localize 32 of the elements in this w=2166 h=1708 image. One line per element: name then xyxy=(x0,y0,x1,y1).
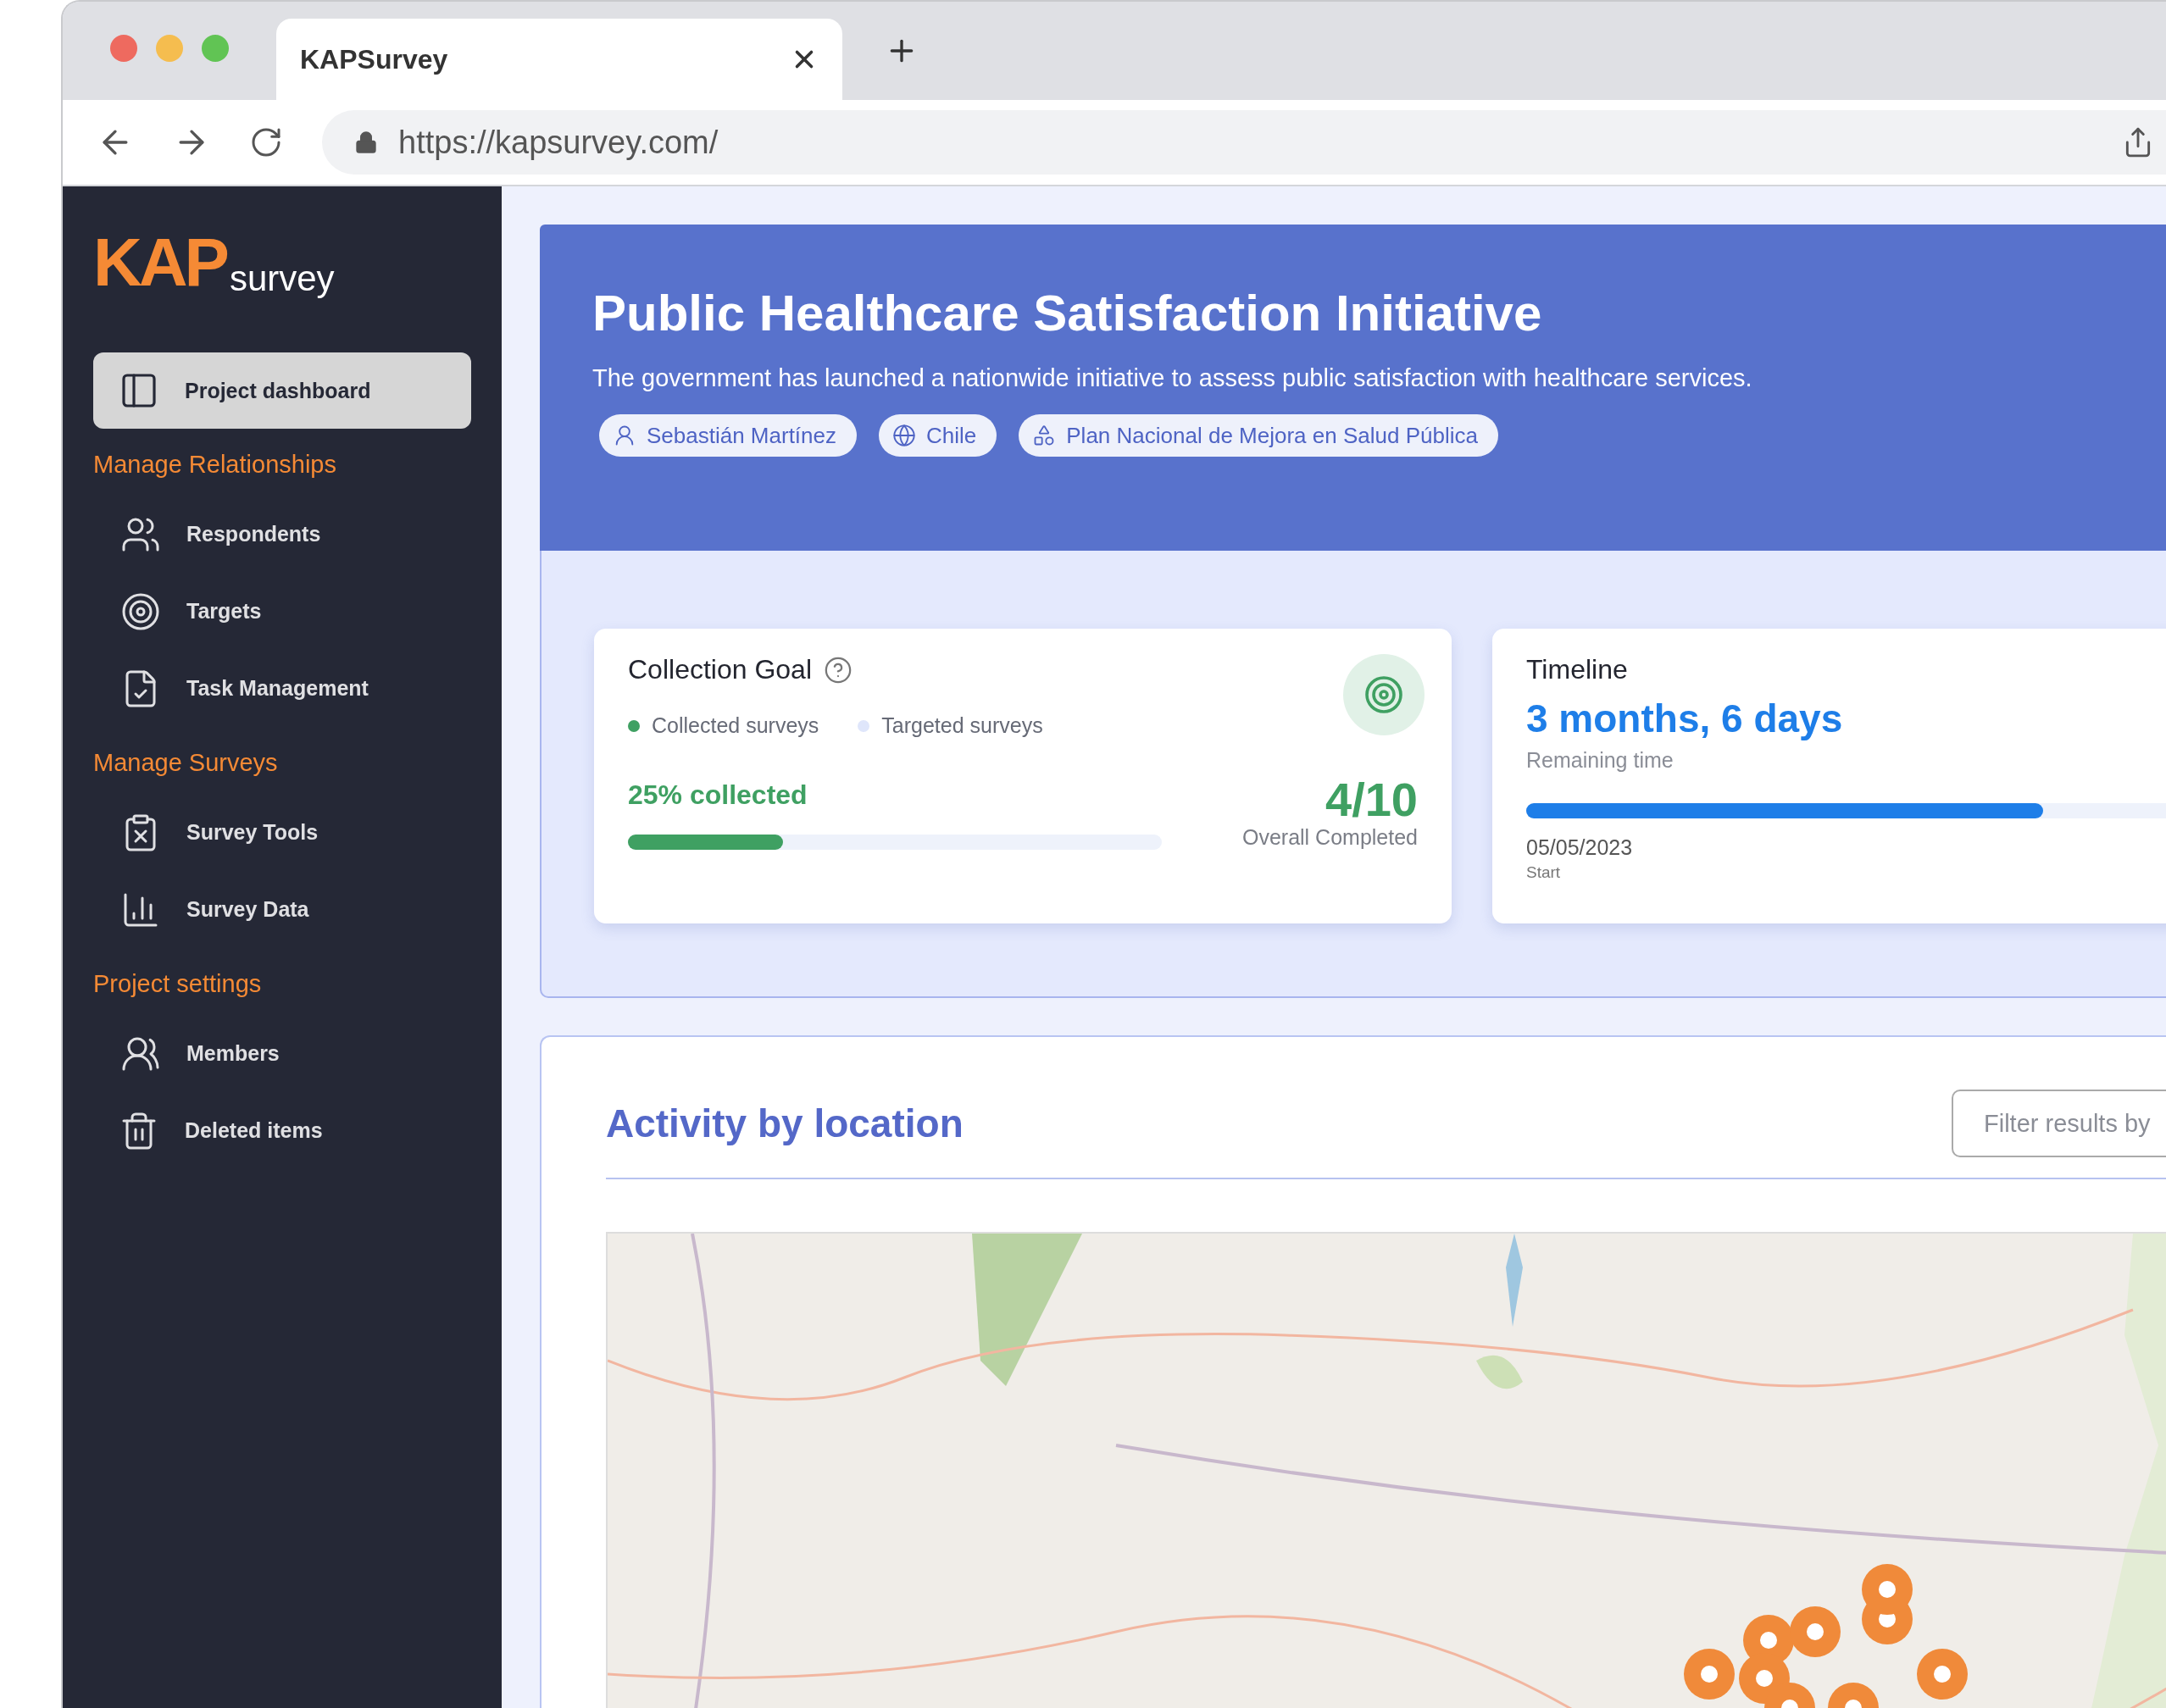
filter-field[interactable]: Filter results by xyxy=(1952,1090,2166,1157)
legend-label: Collected surveys xyxy=(652,713,819,738)
section-heading: Manage Relationships xyxy=(93,451,337,479)
sidebar-item[interactable]: Members xyxy=(93,1015,471,1092)
completed-count: 4/10 xyxy=(1325,775,1418,825)
tag[interactable]: Chile xyxy=(879,414,997,457)
sidebar-item[interactable]: Respondents xyxy=(93,496,471,573)
progress-text: 25% collected xyxy=(628,779,808,811)
sidebar-item[interactable]: Survey Data xyxy=(93,871,471,948)
start-date: 05/05/2023 xyxy=(1526,835,1634,860)
card-title: Timeline xyxy=(1526,654,1629,685)
count-caption: Overall Completed xyxy=(1241,824,1418,850)
tag[interactable]: Plan Nacional de Mejora en Salud Pública xyxy=(1019,414,1498,457)
sidebar-item[interactable]: Targets xyxy=(93,573,471,650)
address-bar[interactable]: https://kapsurvey.com/ xyxy=(322,110,2166,175)
section-title: Activity by location xyxy=(606,1101,964,1146)
card-title: Collection Goal xyxy=(628,654,812,685)
browser-tab[interactable]: KAPSurvey xyxy=(276,19,842,100)
remaining-caption: Remaining time xyxy=(1526,748,1674,773)
sidebar-item[interactable]: Project dashboard xyxy=(93,352,471,429)
legend-label: Targeted surveys xyxy=(881,713,1043,738)
section-heading: Manage Surveys xyxy=(93,749,279,777)
sidebar-item[interactable]: Survey Tools xyxy=(93,794,471,871)
start-label: Start xyxy=(1526,863,1562,882)
section-heading: Project settings xyxy=(93,970,263,998)
remaining-time: 3 months, 6 days xyxy=(1526,696,1844,741)
sidebar-item[interactable]: Deleted items xyxy=(93,1092,471,1169)
project-description: The government has launched a nationwide initiative to assess public satisfaction with healthcare services. xyxy=(592,364,1753,392)
sidebar-item[interactable]: Task Management xyxy=(93,650,471,727)
project-title: Public Healthcare Satisfaction Initiative xyxy=(592,284,1543,342)
logo: KAPsurvey xyxy=(93,229,336,297)
tag[interactable]: Sebastián Martínez xyxy=(599,414,857,457)
